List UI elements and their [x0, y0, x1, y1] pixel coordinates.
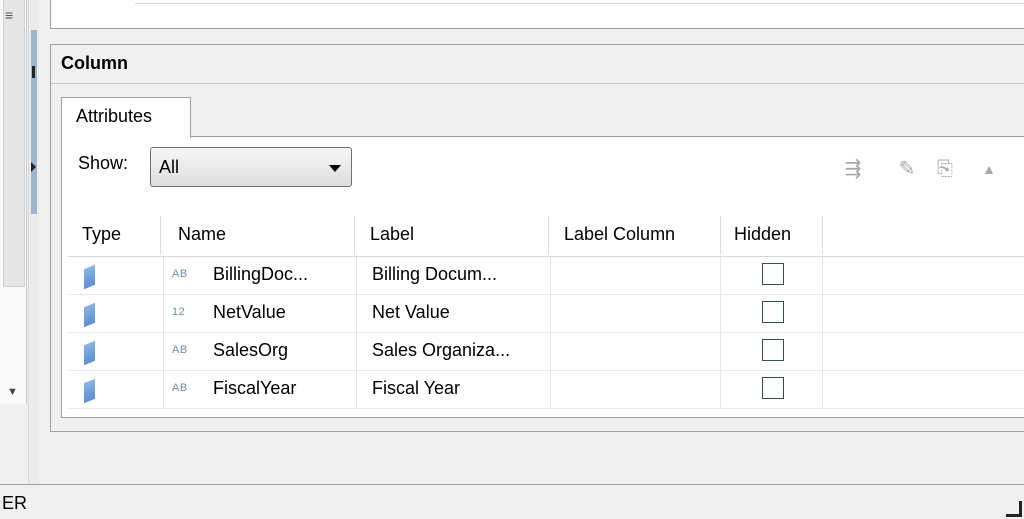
column-separator[interactable] — [822, 216, 823, 254]
show-filter-dropdown[interactable]: All — [150, 147, 352, 187]
hidden-checkbox[interactable] — [762, 339, 784, 361]
top-panel — [50, 0, 1024, 29]
attribute-type-icon — [84, 378, 95, 404]
table-row[interactable]: AB BillingDoc... Billing Docum... — [68, 257, 1024, 295]
column-header-label-column[interactable]: Label Column — [550, 212, 720, 256]
sash-highlight — [31, 30, 37, 214]
add-row-icon[interactable]: ⇶ — [838, 155, 868, 183]
tab-attributes[interactable]: Attributes — [61, 97, 191, 138]
datatype-badge: 12 — [172, 306, 186, 318]
show-label: Show: — [78, 153, 129, 173]
column-separator[interactable] — [160, 216, 161, 254]
column-header-hidden[interactable]: Hidden — [720, 212, 822, 256]
attribute-name: FiscalYear — [213, 378, 297, 398]
panel-title: Column — [61, 53, 128, 73]
column-header-label[interactable]: Label — [356, 212, 548, 256]
column-separator[interactable] — [354, 216, 355, 254]
sash-marker — [32, 66, 35, 78]
menu-grip-icon[interactable]: ≡ — [5, 8, 16, 24]
edit-icon[interactable]: ✎ — [892, 155, 922, 183]
datatype-badge: AB — [172, 344, 188, 356]
attribute-label: Sales Organiza... — [372, 340, 511, 360]
datatype-badge: AB — [172, 382, 188, 394]
import-icon[interactable]: ⎘ — [930, 155, 960, 183]
divider — [51, 83, 1024, 84]
status-bar: ER — [0, 484, 1024, 519]
collapse-up-icon[interactable]: ▲ — [974, 155, 1004, 183]
attribute-label: Billing Docum... — [372, 264, 498, 284]
column-header-name[interactable]: Name — [164, 212, 354, 256]
column-panel: Column Attributes Show: All ⇶ ✎ ⎘ ▲ Type… — [50, 44, 1024, 432]
attribute-type-icon — [84, 264, 95, 290]
status-text: ER — [2, 493, 28, 513]
resize-grip-icon[interactable] — [1006, 501, 1022, 517]
attribute-label: Net Value — [372, 302, 450, 322]
hidden-checkbox[interactable] — [762, 301, 784, 323]
left-editor-strip: ≡ ▼ — [0, 0, 39, 484]
attributes-table: Type Name Label Label Column Hidden AB B… — [68, 212, 1024, 409]
attribute-name: BillingDoc... — [213, 264, 309, 284]
sash-divider[interactable] — [28, 0, 39, 484]
table-row[interactable]: AB SalesOrg Sales Organiza... — [68, 333, 1024, 371]
scroll-down-icon[interactable]: ▼ — [7, 386, 18, 398]
scrollbar-thumb[interactable] — [3, 0, 25, 287]
attribute-name: NetValue — [213, 302, 286, 322]
column-separator[interactable] — [548, 216, 549, 254]
attributes-tab-body: Show: All ⇶ ✎ ⎘ ▲ Type Name Label Label … — [61, 136, 1024, 418]
table-row[interactable]: 12 NetValue Net Value — [68, 295, 1024, 333]
table-row[interactable]: AB FiscalYear Fiscal Year — [68, 371, 1024, 409]
hidden-checkbox[interactable] — [762, 263, 784, 285]
hidden-checkbox[interactable] — [762, 377, 784, 399]
attribute-type-icon — [84, 302, 95, 328]
show-filter-value: All — [159, 157, 180, 177]
expand-right-icon[interactable] — [31, 162, 36, 172]
chevron-down-icon — [329, 165, 341, 172]
column-header-type[interactable]: Type — [68, 212, 160, 256]
datatype-badge: AB — [172, 268, 188, 280]
top-panel-field — [135, 0, 1024, 4]
attribute-type-icon — [84, 340, 95, 366]
attribute-name: SalesOrg — [213, 340, 289, 360]
tab-label: Attributes — [76, 106, 153, 126]
left-scrollbar[interactable]: ≡ ▼ — [0, 0, 27, 404]
attribute-label: Fiscal Year — [372, 378, 461, 398]
